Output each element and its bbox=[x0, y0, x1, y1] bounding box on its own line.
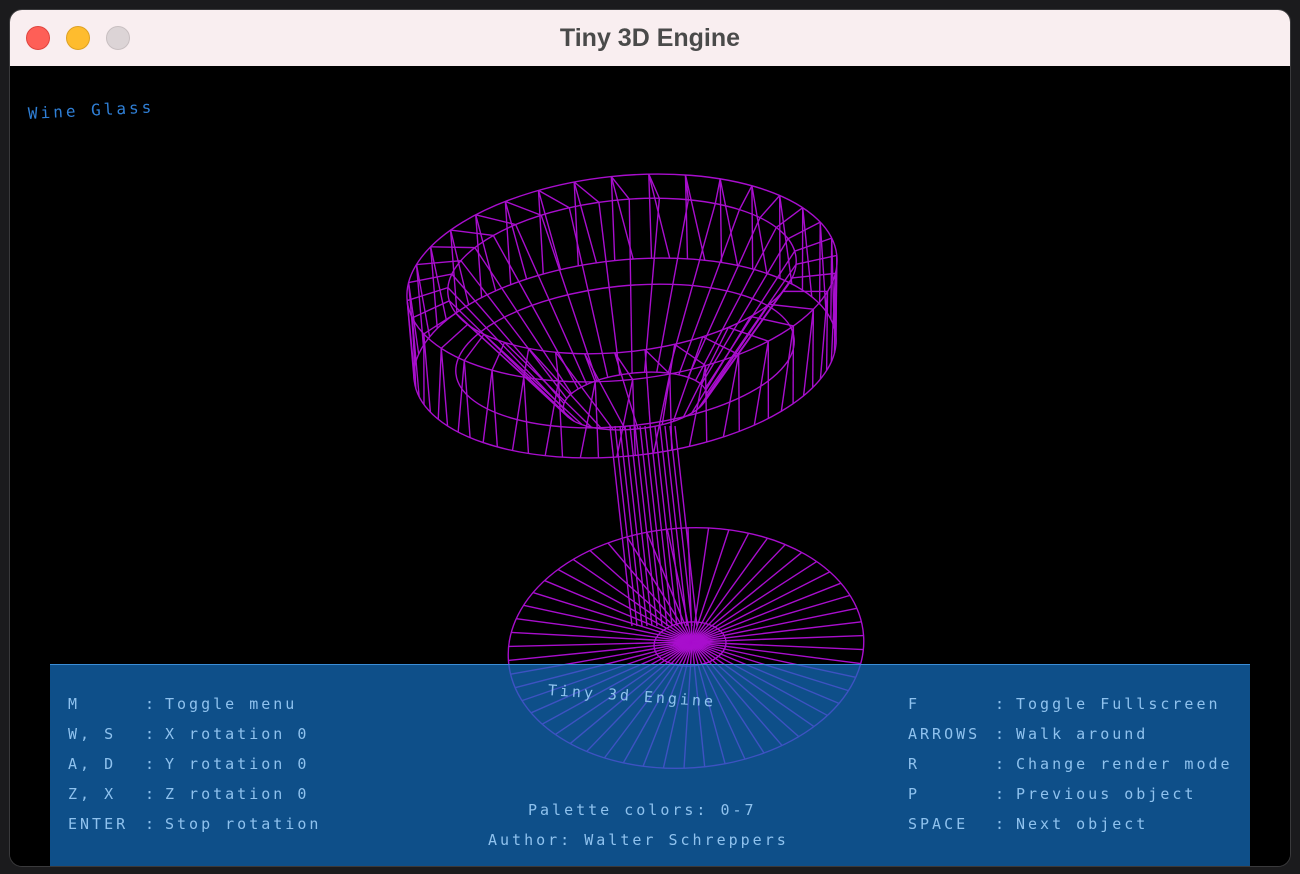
menu-key-arrows: ARROWS bbox=[908, 725, 981, 743]
menu-key-ad: A, D bbox=[68, 755, 117, 773]
menu-action-walk: Walk around bbox=[1016, 725, 1149, 743]
menu-action-previous: Previous object bbox=[1016, 785, 1197, 803]
author-credit: Author: Walter Schreppers bbox=[488, 831, 789, 849]
menu-key-r: R bbox=[908, 755, 921, 773]
menu-colon: : bbox=[995, 725, 1008, 743]
menu-title: Tiny 3d Engine bbox=[547, 681, 717, 711]
menu-action-z-rotation: Z rotation 0 bbox=[165, 785, 310, 803]
menu-action-toggle-menu: Toggle menu bbox=[165, 695, 298, 713]
menu-key-f: F bbox=[908, 695, 921, 713]
menu-colon: : bbox=[145, 785, 158, 803]
menu-action-y-rotation: Y rotation 0 bbox=[165, 755, 310, 773]
menu-colon: : bbox=[145, 695, 158, 713]
menu-colon: : bbox=[995, 755, 1008, 773]
menu-key-p: P bbox=[908, 785, 921, 803]
menu-action-stop-rotation: Stop rotation bbox=[165, 815, 322, 833]
menu-colon: : bbox=[145, 815, 158, 833]
menu-colon: : bbox=[145, 725, 158, 743]
menu-colon: : bbox=[995, 695, 1008, 713]
menu-colon: : bbox=[995, 785, 1008, 803]
menu-action-next: Next object bbox=[1016, 815, 1149, 833]
menu-action-fullscreen: Toggle Fullscreen bbox=[1016, 695, 1221, 713]
menu-key-ws: W, S bbox=[68, 725, 117, 743]
app-window: Tiny 3D Engine Wine Glass Tiny 3d Engine… bbox=[10, 10, 1290, 866]
menu-action-render-mode: Change render mode bbox=[1016, 755, 1233, 773]
help-menu-overlay: Tiny 3d Engine M : Toggle menu W, S : X … bbox=[50, 664, 1250, 866]
menu-key-m: M bbox=[68, 695, 81, 713]
menu-key-zx: Z, X bbox=[68, 785, 117, 803]
menu-colon: : bbox=[995, 815, 1008, 833]
render-viewport[interactable]: Wine Glass Tiny 3d Engine M : Toggle men… bbox=[10, 66, 1290, 866]
menu-key-enter: ENTER bbox=[68, 815, 129, 833]
menu-action-x-rotation: X rotation 0 bbox=[165, 725, 310, 743]
palette-info: Palette colors: 0-7 bbox=[528, 801, 757, 819]
window-title: Tiny 3D Engine bbox=[559, 24, 741, 52]
menu-colon: : bbox=[145, 755, 158, 773]
menu-key-space: SPACE bbox=[908, 815, 969, 833]
title-bar[interactable]: Tiny 3D Engine bbox=[10, 10, 1290, 67]
